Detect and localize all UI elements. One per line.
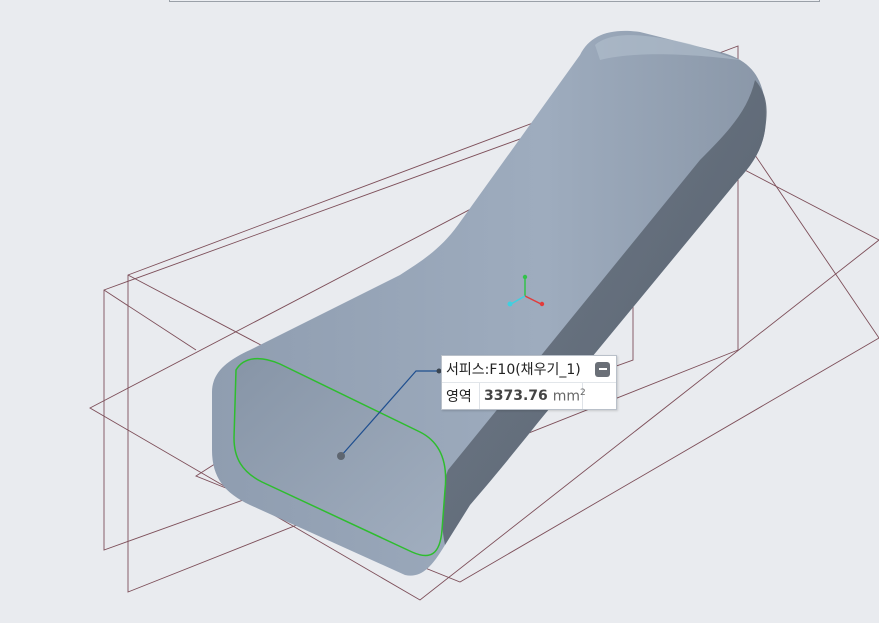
3d-viewport[interactable]: 서피스:F10(채우기_1) 영역 3373.76 mm2 [0,0,879,623]
value-unit: mm2 [552,387,586,405]
minus-icon[interactable] [595,361,610,377]
callout-title: 서피스:F10(채우기_1) [446,362,581,378]
property-value: 3373.76 mm2 [480,383,586,409]
model-scene[interactable] [0,0,879,623]
value-number: 3373.76 [484,388,548,404]
property-label: 영역 [442,383,480,409]
solid-body[interactable] [212,30,767,576]
measure-callout[interactable]: 서피스:F10(채우기_1) 영역 3373.76 mm2 [441,355,617,410]
